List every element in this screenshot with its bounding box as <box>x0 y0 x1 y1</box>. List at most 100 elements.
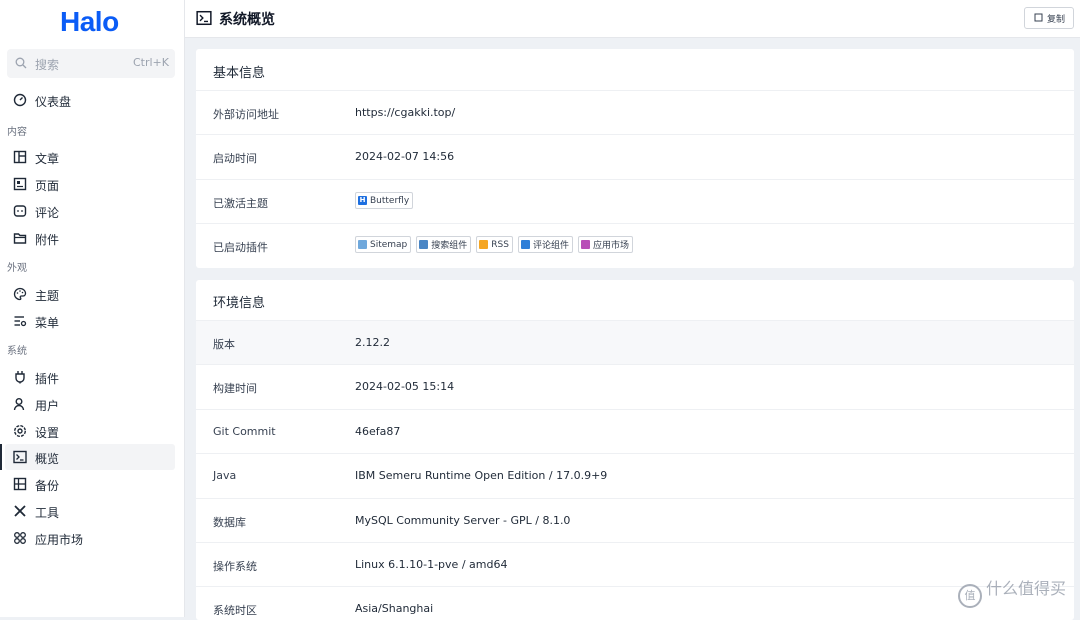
terminal-icon <box>13 450 27 464</box>
tools-icon <box>14 505 26 517</box>
sidebar-item-label: 评论 <box>35 206 60 220</box>
info-value: IBM Semeru Runtime Open Edition / 17.0.9… <box>355 469 608 482</box>
sidebar-item-label: 文章 <box>35 152 60 166</box>
sidebar-item-label: 菜单 <box>35 316 60 330</box>
group-label-content: 内容 <box>7 127 27 138</box>
plugin-tags: Sitemap 搜索组件 RSS 评论组件 应用市场 <box>355 236 634 253</box>
page-title: 系统概览 <box>219 12 275 28</box>
info-row: Git Commit 46efa87 <box>196 409 1074 454</box>
terminal-icon <box>196 10 212 26</box>
plugin-tag[interactable]: Sitemap <box>355 236 412 253</box>
info-key: 数据库 <box>213 516 246 529</box>
plugin-tag[interactable]: 评论组件 <box>517 236 573 253</box>
plugin-tag[interactable]: RSS <box>476 236 513 253</box>
sidebar-item-comments[interactable]: 评论 <box>5 198 175 224</box>
post-icon <box>13 150 27 164</box>
tag-label: Sitemap <box>370 239 408 250</box>
sidebar-item-label: 应用市场 <box>35 533 84 547</box>
page-header: 系统概览 复制 <box>185 0 1080 38</box>
settings-icon <box>13 424 27 438</box>
sitemap-icon <box>358 240 367 249</box>
theme-tags: H Butterfly <box>355 192 414 209</box>
search-placeholder: 搜索 <box>35 58 60 72</box>
info-value: Linux 6.1.10-1-pve / amd64 <box>355 558 508 571</box>
plugin-tag[interactable]: 搜索组件 <box>416 236 472 253</box>
sidebar-item-backup[interactable]: 备份 <box>5 471 175 497</box>
info-value: 2024-02-07 14:56 <box>355 150 455 163</box>
info-row: 外部访问地址 https://cgakki.top/ <box>196 90 1074 135</box>
search-widget-icon <box>419 240 429 249</box>
dashboard-icon <box>13 93 27 107</box>
sidebar-item-label: 用户 <box>35 399 60 413</box>
card-title: 基本信息 <box>213 66 266 81</box>
comment-widget-icon <box>520 240 530 249</box>
sidebar-item-label: 附件 <box>35 233 60 247</box>
sidebar-item-label: 备份 <box>35 479 60 493</box>
info-row: 已启动插件 Sitemap 搜索组件 RSS 评论组件 应用市场 <box>196 223 1074 268</box>
sidebar-item-posts[interactable]: 文章 <box>5 144 175 170</box>
page-icon <box>13 177 27 191</box>
info-value: MySQL Community Server - GPL / 8.1.0 <box>355 514 571 527</box>
tag-label: 评论组件 <box>532 241 569 251</box>
sidebar-item-pages[interactable]: 页面 <box>5 171 175 197</box>
info-key: 外部访问地址 <box>213 108 279 121</box>
sidebar-item-app-store[interactable]: 应用市场 <box>5 525 175 551</box>
apps-icon <box>14 532 26 544</box>
user-icon <box>13 398 25 411</box>
sidebar-item-label: 页面 <box>35 179 60 193</box>
watermark-logo-icon: 值 <box>957 584 982 608</box>
info-key: 构建时间 <box>213 382 257 395</box>
sidebar-item-users[interactable]: 用户 <box>5 391 175 417</box>
group-label-appearance: 外观 <box>7 263 27 274</box>
search-box[interactable]: 搜索 Ctrl+K <box>7 49 175 78</box>
theme-tag[interactable]: H Butterfly <box>355 192 414 209</box>
info-value: 46efa87 <box>355 425 401 438</box>
sidebar-item-menus[interactable]: 菜单 <box>5 308 175 334</box>
info-row: Java IBM Semeru Runtime Open Edition / 1… <box>196 453 1074 498</box>
copy-button[interactable]: 复制 <box>1024 7 1074 29</box>
info-key: 系统时区 <box>213 604 257 617</box>
sidebar-item-label: 仪表盘 <box>35 95 72 109</box>
copy-icon <box>1034 13 1043 22</box>
sidebar-item-dashboard[interactable]: 仪表盘 <box>5 87 175 113</box>
info-value: 2.12.2 <box>355 336 390 349</box>
tag-label: 应用市场 <box>593 241 630 251</box>
tag-label: 搜索组件 <box>431 241 468 251</box>
group-label-system: 系统 <box>7 346 27 357</box>
info-value: 2024-02-05 15:14 <box>355 380 455 393</box>
sidebar-item-label: 工具 <box>35 506 60 520</box>
sidebar-item-tools[interactable]: 工具 <box>5 498 175 524</box>
info-value: Asia/Shanghai <box>355 602 434 615</box>
palette-icon <box>13 287 27 301</box>
environment-info-card: 环境信息 版本 2.12.2 构建时间 2024-02-05 15:14 Git… <box>196 280 1074 620</box>
watermark-text: 什么值得买 <box>985 579 1066 598</box>
basic-info-card: 基本信息 外部访问地址 https://cgakki.top/ 启动时间 202… <box>196 49 1074 268</box>
search-shortcut: Ctrl+K <box>132 56 169 69</box>
plugin-icon <box>15 371 25 384</box>
info-key: 已启动插件 <box>213 241 268 254</box>
sidebar-item-themes[interactable]: 主题 <box>5 281 175 307</box>
sidebar-item-label: 设置 <box>35 426 60 440</box>
info-row: 启动时间 2024-02-07 14:56 <box>196 134 1074 179</box>
sidebar-item-overview[interactable]: 概览 <box>0 444 175 470</box>
app-store-icon <box>581 240 590 249</box>
backup-icon <box>13 477 27 491</box>
sidebar-item-label: 概览 <box>35 452 60 466</box>
watermark: 值什么值得买 <box>957 575 1066 608</box>
halo-logo[interactable]: Halo <box>60 6 119 38</box>
info-row: 已激活主题 H Butterfly <box>196 179 1074 224</box>
info-key: 版本 <box>213 338 235 351</box>
copy-button-label: 复制 <box>1047 15 1066 25</box>
sidebar-item-settings[interactable]: 设置 <box>5 418 175 444</box>
info-row: 版本 2.12.2 <box>196 320 1074 365</box>
info-key: 操作系统 <box>213 560 257 573</box>
info-key: Git Commit <box>213 425 276 438</box>
menu-icon <box>14 316 27 327</box>
info-value[interactable]: https://cgakki.top/ <box>355 106 455 119</box>
card-title: 环境信息 <box>213 296 266 311</box>
search-icon <box>15 57 27 69</box>
sidebar-item-plugins[interactable]: 插件 <box>5 364 175 390</box>
plugin-tag[interactable]: 应用市场 <box>578 236 634 253</box>
info-key: Java <box>213 469 237 482</box>
sidebar-item-attachments[interactable]: 附件 <box>5 225 175 251</box>
